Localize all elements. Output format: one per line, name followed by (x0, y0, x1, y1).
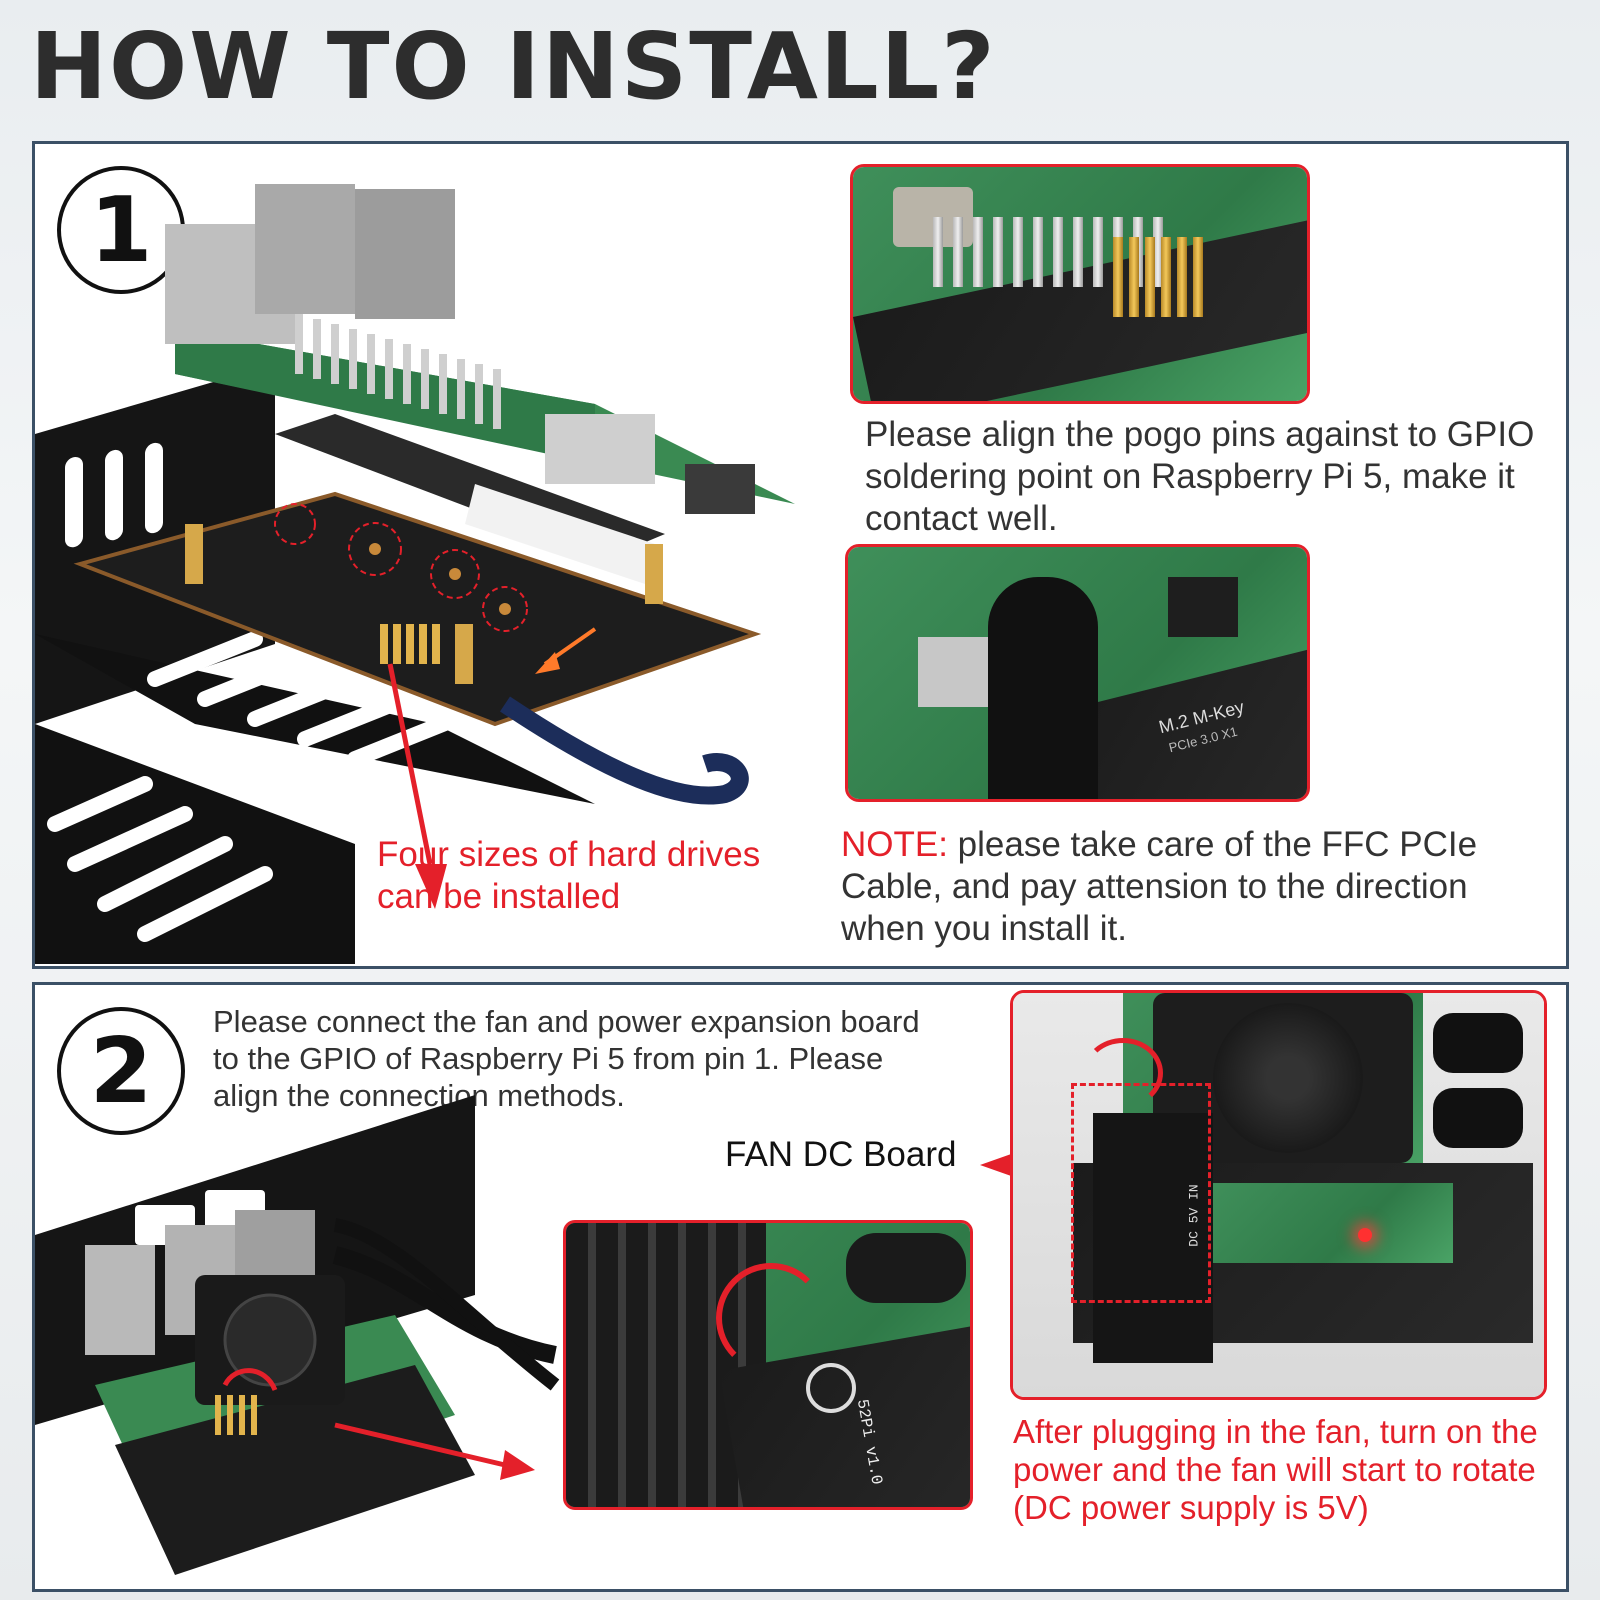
fan-dc-board-label: FAN DC Board (725, 1135, 957, 1174)
after-plugging-caption: After plugging in the fan, turn on the p… (1013, 1413, 1538, 1526)
fan-mounted-photo: DC 5V IN (1010, 990, 1547, 1400)
pogo-pins-instruction: Please align the pogo pins against to GP… (865, 415, 1535, 538)
step-1-panel: 1 Four sizes of hard drives can be insta… (32, 141, 1569, 969)
fan-connector-closeup-photo: 52Pi v1.0 (563, 1220, 973, 1510)
fan-board-marking: DC 5V IN (1186, 1184, 1202, 1247)
note-label: NOTE: (841, 825, 948, 864)
ffc-note: NOTE: please take care of the FFC PCIe C… (841, 824, 1541, 950)
step-2-panel: 2 Please connect the fan and power expan… (32, 982, 1569, 1592)
pogo-pins-photo (850, 164, 1310, 404)
assembled-drawing (35, 1095, 560, 1575)
ffc-cable-photo: M.2 M-Key PCIe 3.0 X1 (845, 544, 1310, 802)
assembled-unit-illustration (35, 1095, 575, 1589)
page-title: HOW TO INSTALL? (30, 13, 997, 120)
drives-caption: Four sizes of hard drives can be install… (377, 835, 761, 916)
